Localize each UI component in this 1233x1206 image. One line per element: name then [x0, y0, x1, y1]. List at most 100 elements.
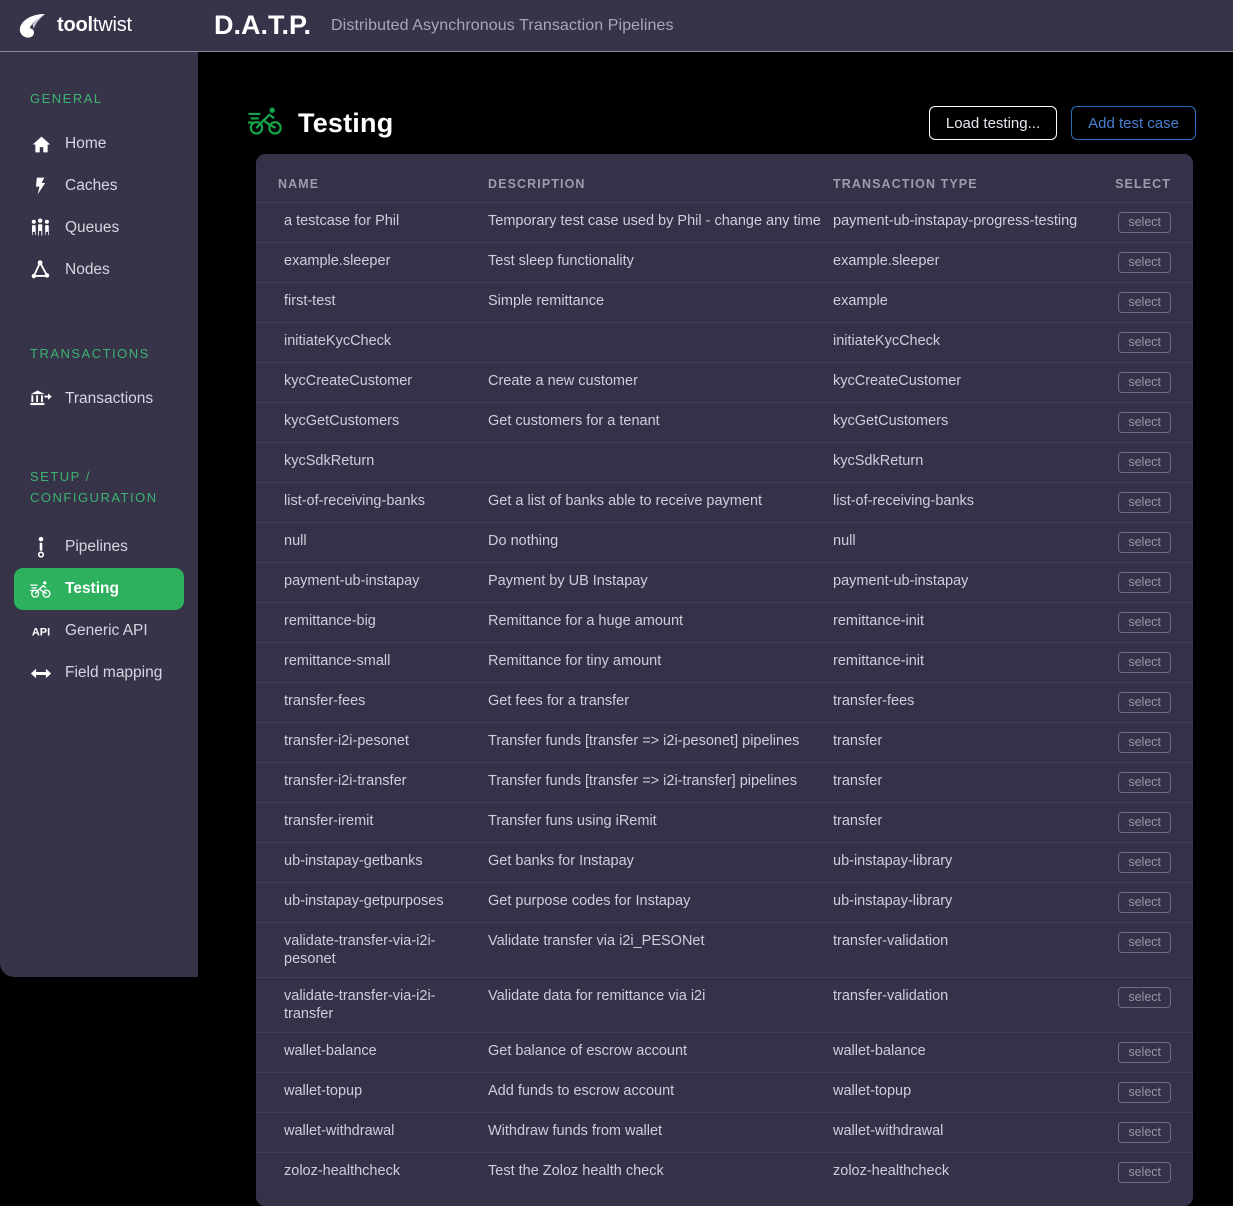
select-button[interactable]: select [1118, 532, 1171, 553]
table-row[interactable]: ub-instapay-getbanks Get banks for Instap… [256, 842, 1193, 883]
select-button[interactable]: select [1118, 1162, 1171, 1183]
sidebar-item-nodes[interactable]: Nodes [14, 249, 184, 291]
cell-select: select [1113, 923, 1193, 978]
table-row[interactable]: payment-ub-instapay Payment by UB Instapa… [256, 562, 1193, 603]
column-header-description: DESCRIPTION [488, 177, 586, 191]
cell-transaction-type: example.sleeper [833, 253, 940, 269]
select-button[interactable]: select [1118, 372, 1171, 393]
select-button[interactable]: select [1118, 987, 1171, 1008]
cell-select: select [1113, 443, 1193, 483]
select-button[interactable]: select [1118, 692, 1171, 713]
table-row[interactable]: null Do nothing null select [256, 522, 1193, 563]
cell-select: select [1113, 843, 1193, 883]
select-button[interactable]: select [1118, 812, 1171, 833]
sidebar-item-transactions[interactable]: Transactions [14, 378, 184, 420]
sidebar-item-generic-api[interactable]: API Generic API [14, 610, 184, 652]
cell-transaction-type: wallet-withdrawal [833, 1123, 944, 1139]
page-header: Testing Load testing... Add test case [198, 52, 1233, 152]
table-row[interactable]: kycGetCustomers Get customers for a tenan… [256, 402, 1193, 443]
table-row[interactable]: transfer-iremit Transfer funs using iRemi… [256, 802, 1193, 843]
cell-select: select [1113, 363, 1193, 403]
column-header-select: SELECT [1115, 177, 1171, 191]
load-testing-button[interactable]: Load testing... [928, 106, 1058, 140]
cell-description [488, 323, 833, 363]
select-button[interactable]: select [1118, 772, 1171, 793]
cell-transaction-type: list-of-receiving-banks [833, 493, 975, 509]
add-test-case-button[interactable]: Add test case [1071, 106, 1196, 140]
cell-transaction-type: transfer [833, 733, 883, 749]
select-button[interactable]: select [1118, 612, 1171, 633]
sidebar-item-queues[interactable]: Queues [14, 207, 184, 249]
cell-name: remittance-small [284, 653, 391, 669]
select-button[interactable]: select [1118, 492, 1171, 513]
table-row[interactable]: ub-instapay-getpurposes Get purpose codes… [256, 882, 1193, 923]
main-content: Testing Load testing... Add test case NA… [198, 52, 1233, 1206]
cell-transaction-type: transfer [833, 773, 883, 789]
cell-name: transfer-iremit [284, 813, 374, 829]
table-row[interactable]: initiateKycCheck initiateKycCheck select [256, 322, 1193, 363]
table-row[interactable]: a testcase for Phil Temporary test case u… [256, 202, 1193, 243]
top-header-bar: tooltwist D.A.T.P. Distributed Asynchron… [0, 0, 1233, 52]
cell-description: Temporary test case used by Phil - chang… [488, 213, 821, 229]
cell-transaction-type: remittance-init [833, 613, 925, 629]
cell-name: kycGetCustomers [284, 413, 400, 429]
cell-description: Remittance for a huge amount [488, 613, 684, 629]
select-button[interactable]: select [1118, 572, 1171, 593]
cell-select: select [1113, 203, 1193, 243]
table-row[interactable]: wallet-balance Get balance of escrow acco… [256, 1032, 1193, 1073]
table-row[interactable]: wallet-withdrawal Withdraw funds from wal… [256, 1112, 1193, 1153]
table-row[interactable]: remittance-small Remittance for tiny amou… [256, 642, 1193, 683]
table-row[interactable]: remittance-big Remittance for a huge amou… [256, 602, 1193, 643]
select-button[interactable]: select [1118, 852, 1171, 873]
cell-transaction-type: wallet-balance [833, 1043, 926, 1059]
table-row[interactable]: zoloz-healthcheck Test the Zoloz health c… [256, 1152, 1193, 1193]
table-body: a testcase for Phil Temporary test case u… [256, 202, 1193, 1193]
select-button[interactable]: select [1118, 412, 1171, 433]
table-row[interactable]: first-test Simple remittance example select [256, 282, 1193, 323]
svg-text:API: API [32, 626, 50, 638]
sidebar-item-label-queues: Queues [65, 219, 120, 236]
cell-select: select [1113, 803, 1193, 843]
sidebar-item-home[interactable]: Home [14, 123, 184, 165]
table-row[interactable]: validate-transfer-via-i2i-transfer Valida… [256, 977, 1193, 1033]
sidebar-item-label-home: Home [65, 135, 107, 152]
table-row[interactable]: transfer-fees Get fees for a transfer tran… [256, 682, 1193, 723]
cell-description: Test sleep functionality [488, 253, 634, 269]
table-row[interactable]: transfer-i2i-pesonet Transfer funds [tran… [256, 722, 1193, 763]
select-button[interactable]: select [1118, 1042, 1171, 1063]
select-button[interactable]: select [1118, 892, 1171, 913]
table-row[interactable]: kycSdkReturn kycSdkReturn select [256, 442, 1193, 483]
select-button[interactable]: select [1118, 332, 1171, 353]
brand-logo-area[interactable]: tooltwist [0, 13, 198, 39]
table-row[interactable]: kycCreateCustomer Create a new customer ky… [256, 362, 1193, 403]
table-row[interactable]: example.sleeper Test sleep functionality e… [256, 242, 1193, 283]
select-button[interactable]: select [1118, 292, 1171, 313]
sidebar-item-label-pipelines: Pipelines [65, 538, 128, 555]
sidebar-nav: GENERAL Home Caches Queues Nodes TRANSAC… [0, 52, 198, 977]
sidebar-item-pipelines[interactable]: Pipelines [14, 526, 184, 568]
sidebar-item-field-mapping[interactable]: Field mapping [14, 652, 184, 694]
cell-description: Payment by UB Instapay [488, 573, 648, 589]
cell-transaction-type: transfer-fees [833, 693, 915, 709]
cell-description: Get a list of banks able to receive paym… [488, 493, 763, 509]
table-row[interactable]: validate-transfer-via-i2i-pesonet Validat… [256, 922, 1193, 978]
table-row[interactable]: list-of-receiving-banks Get a list of ban… [256, 482, 1193, 523]
sidebar-item-testing[interactable]: Testing [14, 568, 184, 610]
sidebar-item-caches[interactable]: Caches [14, 165, 184, 207]
select-button[interactable]: select [1118, 1082, 1171, 1103]
select-button[interactable]: select [1118, 252, 1171, 273]
select-button[interactable]: select [1118, 212, 1171, 233]
people-queue-icon [30, 217, 52, 239]
select-button[interactable]: select [1118, 732, 1171, 753]
select-button[interactable]: select [1118, 1122, 1171, 1143]
sidebar-group-setup: SETUP / CONFIGURATION Pipelines Testing … [0, 466, 198, 694]
cell-transaction-type: null [833, 533, 856, 549]
table-row[interactable]: transfer-i2i-transfer Transfer funds [tra… [256, 762, 1193, 803]
page-header-actions: Load testing... Add test case [928, 106, 1196, 140]
select-button[interactable]: select [1118, 452, 1171, 473]
select-button[interactable]: select [1118, 652, 1171, 673]
table-row[interactable]: wallet-topup Add funds to escrow account w… [256, 1072, 1193, 1113]
cell-select: select [1113, 283, 1193, 323]
select-button[interactable]: select [1118, 932, 1171, 953]
cell-select: select [1113, 763, 1193, 803]
